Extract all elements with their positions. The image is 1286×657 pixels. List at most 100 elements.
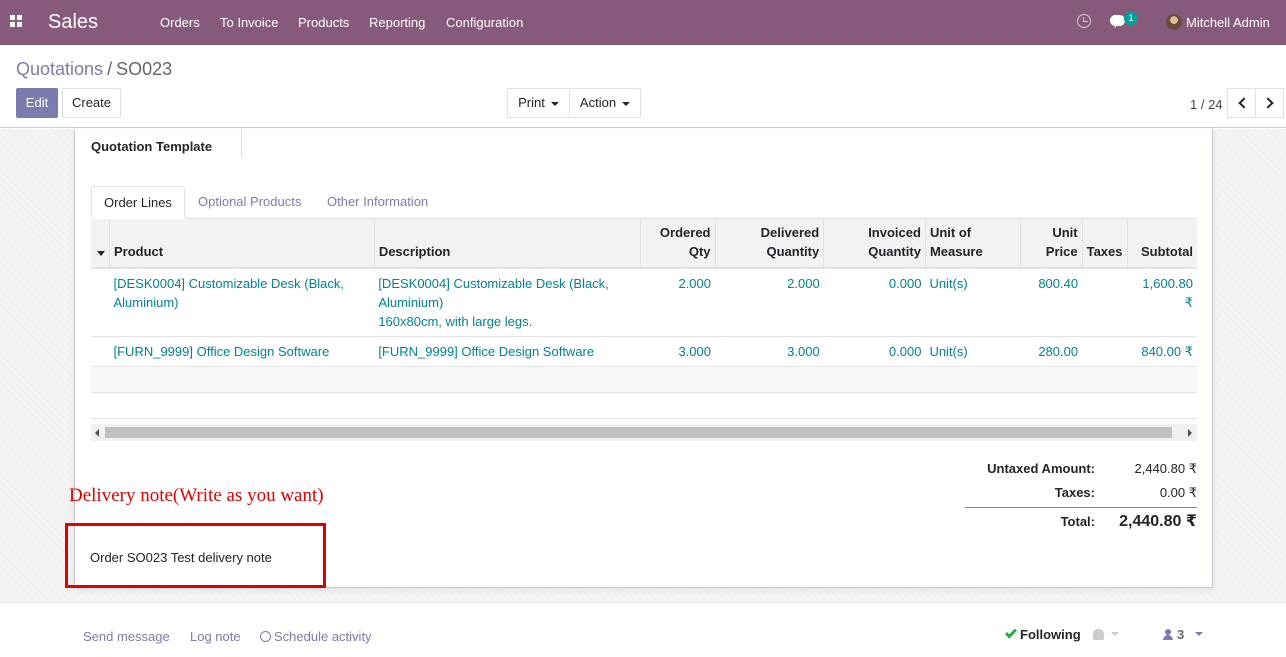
messaging-chat-icon[interactable] xyxy=(1110,15,1125,28)
cell-subtotal[interactable]: 1,600.80 ₹ xyxy=(1127,268,1197,337)
header-invoiced-quantity[interactable]: Invoiced Quantity xyxy=(823,219,926,269)
print-label: Print xyxy=(518,95,545,110)
header-ordered-qty[interactable]: Ordered Qty xyxy=(639,219,715,269)
schedule-activity-button[interactable]: Schedule activity xyxy=(260,629,372,644)
header-description[interactable]: Description xyxy=(373,219,641,269)
tab-other-information[interactable]: Other Information xyxy=(315,186,440,219)
followers-button[interactable]: 3 xyxy=(1163,627,1184,642)
followers-caret-icon[interactable] xyxy=(1195,632,1203,636)
pager-next-button[interactable] xyxy=(1255,88,1284,118)
taxes-value: 0.00 ₹ xyxy=(1159,485,1197,500)
print-dropdown[interactable]: Print xyxy=(507,88,570,118)
action-caret-icon xyxy=(622,101,631,106)
empty-table-row xyxy=(91,366,1197,393)
top-navbar: Sales Orders To Invoice Products Reporti… xyxy=(0,0,1286,45)
edit-button[interactable]: Edit xyxy=(16,88,58,118)
cell-product[interactable]: [DESK0004] Customizable Desk (Black, Alum… xyxy=(109,268,375,337)
scrollbar-thumb[interactable] xyxy=(105,427,1172,438)
activity-clock-icon[interactable] xyxy=(1077,14,1091,28)
follow-options-caret-icon[interactable] xyxy=(1111,632,1119,636)
scroll-left-arrow-icon[interactable] xyxy=(95,429,99,437)
untaxed-amount-value: 2,440.80 ₹ xyxy=(1134,461,1198,476)
user-menu[interactable]: Mitchell Admin xyxy=(1186,15,1270,30)
header-subtotal[interactable]: Subtotal xyxy=(1126,219,1197,269)
user-avatar[interactable] xyxy=(1166,14,1182,30)
menu-configuration[interactable]: Configuration xyxy=(446,15,523,30)
untaxed-amount-label: Untaxed Amount: xyxy=(987,461,1095,476)
header-unit-price[interactable]: Unit Price xyxy=(1019,219,1083,269)
row-handle xyxy=(91,268,110,337)
chevron-right-icon xyxy=(1262,97,1274,109)
breadcrumb-quotations-link[interactable]: Quotations xyxy=(16,59,103,79)
breadcrumb-current: SO023 xyxy=(116,59,173,79)
app-brand[interactable]: Sales xyxy=(48,11,98,34)
breadcrumb: Quotations / SO023 xyxy=(16,59,172,80)
horizontal-scrollbar[interactable] xyxy=(91,424,1197,441)
following-button[interactable]: Following xyxy=(1004,626,1081,642)
pager-previous-button[interactable] xyxy=(1227,88,1256,118)
taxes-label: Taxes: xyxy=(1054,485,1095,500)
total-value: 2,440.80 ₹ xyxy=(1119,513,1197,530)
cell-ordered-qty[interactable]: 2.000 xyxy=(640,268,715,337)
cell-uom[interactable]: Unit(s) xyxy=(925,268,1021,337)
action-label: Action xyxy=(579,95,617,110)
tab-optional-products[interactable]: Optional Products xyxy=(186,186,313,219)
person-icon xyxy=(1163,629,1173,640)
cell-taxes[interactable] xyxy=(1082,336,1127,367)
totals-divider xyxy=(965,507,1197,508)
menu-reporting[interactable]: Reporting xyxy=(369,15,425,30)
row-handle xyxy=(91,336,110,367)
notebook-tabs: Order Lines Optional Products Other Info… xyxy=(91,186,1197,219)
form-sheet: Quotation Template Order Lines Optional … xyxy=(74,129,1213,588)
chat-count-badge: 1 xyxy=(1124,12,1138,25)
quotation-template-label: Quotation Template xyxy=(91,139,213,154)
cell-delivered-qty[interactable]: 3.000 xyxy=(715,336,824,367)
cell-uom[interactable]: Unit(s) xyxy=(925,336,1021,367)
print-caret-icon xyxy=(550,101,559,106)
cell-invoiced-qty[interactable]: 0.000 xyxy=(823,336,926,367)
tab-order-lines[interactable]: Order Lines xyxy=(91,186,185,219)
menu-orders[interactable]: Orders xyxy=(160,15,200,30)
annotation-label: Delivery note(Write as you want) xyxy=(69,485,324,506)
scroll-right-arrow-icon[interactable] xyxy=(1188,429,1192,437)
empty-table-row xyxy=(91,392,1197,419)
sort-caret-icon xyxy=(97,251,105,256)
cell-taxes[interactable] xyxy=(1082,268,1127,337)
apps-menu-icon[interactable] xyxy=(10,15,23,28)
menu-products[interactable]: Products xyxy=(298,15,349,30)
schedule-activity-label: Schedule activity xyxy=(274,629,372,644)
table-row[interactable]: [FURN_9999] Office Design Software [FURN… xyxy=(91,336,1197,367)
total-label: Total: xyxy=(1060,514,1095,529)
bell-icon[interactable] xyxy=(1093,629,1104,640)
send-message-button[interactable]: Send message xyxy=(83,629,170,644)
order-lines-table: Product Description Ordered Qty Delivered… xyxy=(91,219,1197,419)
table-row[interactable]: [DESK0004] Customizable Desk (Black, Alum… xyxy=(91,268,1197,337)
breadcrumb-separator: / xyxy=(107,59,113,79)
cell-product[interactable]: [FURN_9999] Office Design Software xyxy=(109,336,375,367)
cell-description[interactable]: [DESK0004] Customizable Desk (Black, Alum… xyxy=(374,268,641,337)
cell-unit-price[interactable]: 280.00 xyxy=(1020,336,1083,367)
followers-count: 3 xyxy=(1177,627,1185,642)
following-label: Following xyxy=(1020,627,1081,642)
header-unit-of-measure[interactable]: Unit of Measure xyxy=(924,219,1021,269)
log-note-button[interactable]: Log note xyxy=(190,629,241,644)
header-delivered-quantity[interactable]: Delivered Quantity xyxy=(714,219,824,269)
cell-description[interactable]: [FURN_9999] Office Design Software xyxy=(374,336,641,367)
cell-ordered-qty[interactable]: 3.000 xyxy=(640,336,715,367)
header-product[interactable]: Product xyxy=(109,219,375,269)
delivery-note-text[interactable]: Order SO023 Test delivery note xyxy=(90,550,272,565)
clock-icon xyxy=(260,631,271,642)
pager-value[interactable]: 1 / 24 xyxy=(1190,97,1223,112)
cell-delivered-qty[interactable]: 2.000 xyxy=(715,268,824,337)
table-header-row: Product Description Ordered Qty Delivered… xyxy=(91,219,1197,269)
header-taxes[interactable]: Taxes xyxy=(1081,219,1127,269)
create-button[interactable]: Create xyxy=(62,88,121,118)
menu-to-invoice[interactable]: To Invoice xyxy=(220,15,279,30)
cell-subtotal[interactable]: 840.00 ₹ xyxy=(1127,336,1197,367)
check-icon xyxy=(1004,626,1018,639)
cell-invoiced-qty[interactable]: 0.000 xyxy=(823,268,926,337)
chatter-bar: Send message Log note Schedule activity … xyxy=(0,602,1286,657)
handle-column-header[interactable] xyxy=(91,219,110,269)
cell-unit-price[interactable]: 800.40 xyxy=(1020,268,1083,337)
action-dropdown[interactable]: Action xyxy=(569,88,641,118)
